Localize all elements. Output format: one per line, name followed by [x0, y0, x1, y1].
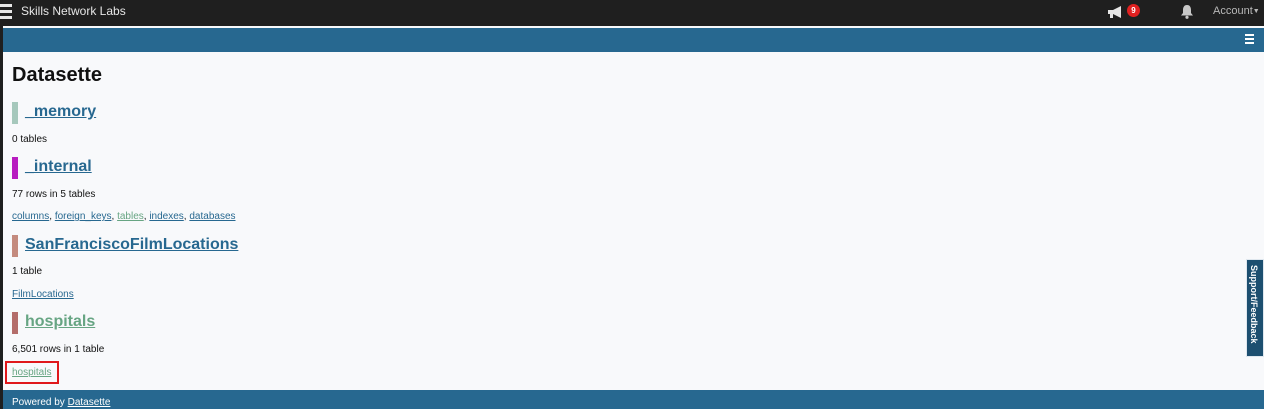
table-list: FilmLocations [12, 289, 74, 300]
support-feedback-label: Support/Feedback [1249, 265, 1259, 344]
notification-badge[interactable]: 9 [1127, 4, 1140, 17]
frame-border [0, 26, 3, 409]
top-navbar: Skills Network Labs 9 Account▼ [0, 0, 1264, 26]
database-color-bar [12, 102, 18, 124]
table-link-foreign-keys[interactable]: foreign_keys [55, 211, 112, 222]
support-feedback-tab[interactable]: Support/Feedback [1246, 259, 1264, 357]
database-color-bar [12, 157, 18, 179]
page-title: Datasette [12, 64, 103, 86]
caret-down-icon: ▼ [1252, 8, 1260, 15]
table-list: columns, foreign_keys, tables, indexes, … [12, 211, 236, 222]
datasette-link[interactable]: Datasette [68, 397, 111, 408]
database-meta: 1 table [12, 266, 43, 277]
database-meta: 6,501 rows in 1 table [12, 344, 105, 355]
database-color-bar [12, 235, 18, 257]
database-link-memory[interactable]: _memory [25, 103, 96, 120]
database-title: hospitals [25, 313, 95, 331]
database-title: _internal [25, 158, 92, 176]
database-link-internal[interactable]: _internal [25, 158, 92, 175]
powered-by-text: Powered by Datasette [12, 397, 110, 408]
account-menu[interactable]: Account▼ [1213, 5, 1260, 17]
hamburger-menu-icon[interactable] [1245, 34, 1254, 44]
account-label: Account [1213, 5, 1253, 17]
brand-name[interactable]: Skills Network Labs [21, 4, 126, 18]
highlight-box [5, 361, 59, 384]
powered-by-prefix: Powered by [12, 397, 65, 408]
megaphone-icon[interactable] [1107, 5, 1125, 19]
database-meta: 77 rows in 5 tables [12, 189, 96, 200]
database-link-hospitals[interactable]: hospitals [25, 313, 95, 330]
table-link-tables[interactable]: tables [117, 211, 144, 222]
table-link-indexes[interactable]: indexes [149, 211, 183, 222]
table-link-databases[interactable]: databases [189, 211, 235, 222]
footer: Powered by Datasette [3, 390, 1264, 409]
database-color-bar [12, 312, 18, 334]
database-link-sanfranciscofilmlocations[interactable]: SanFranciscoFilmLocations [25, 236, 238, 253]
database-title: _memory [25, 103, 96, 121]
table-link-filmlocations[interactable]: FilmLocations [12, 289, 74, 300]
database-meta: 0 tables [12, 134, 48, 145]
database-title: SanFranciscoFilmLocations [25, 236, 238, 254]
bell-icon[interactable] [1180, 4, 1194, 19]
datasette-header [3, 28, 1264, 52]
table-link-columns[interactable]: columns [12, 211, 49, 222]
menu-icon[interactable] [0, 4, 12, 22]
